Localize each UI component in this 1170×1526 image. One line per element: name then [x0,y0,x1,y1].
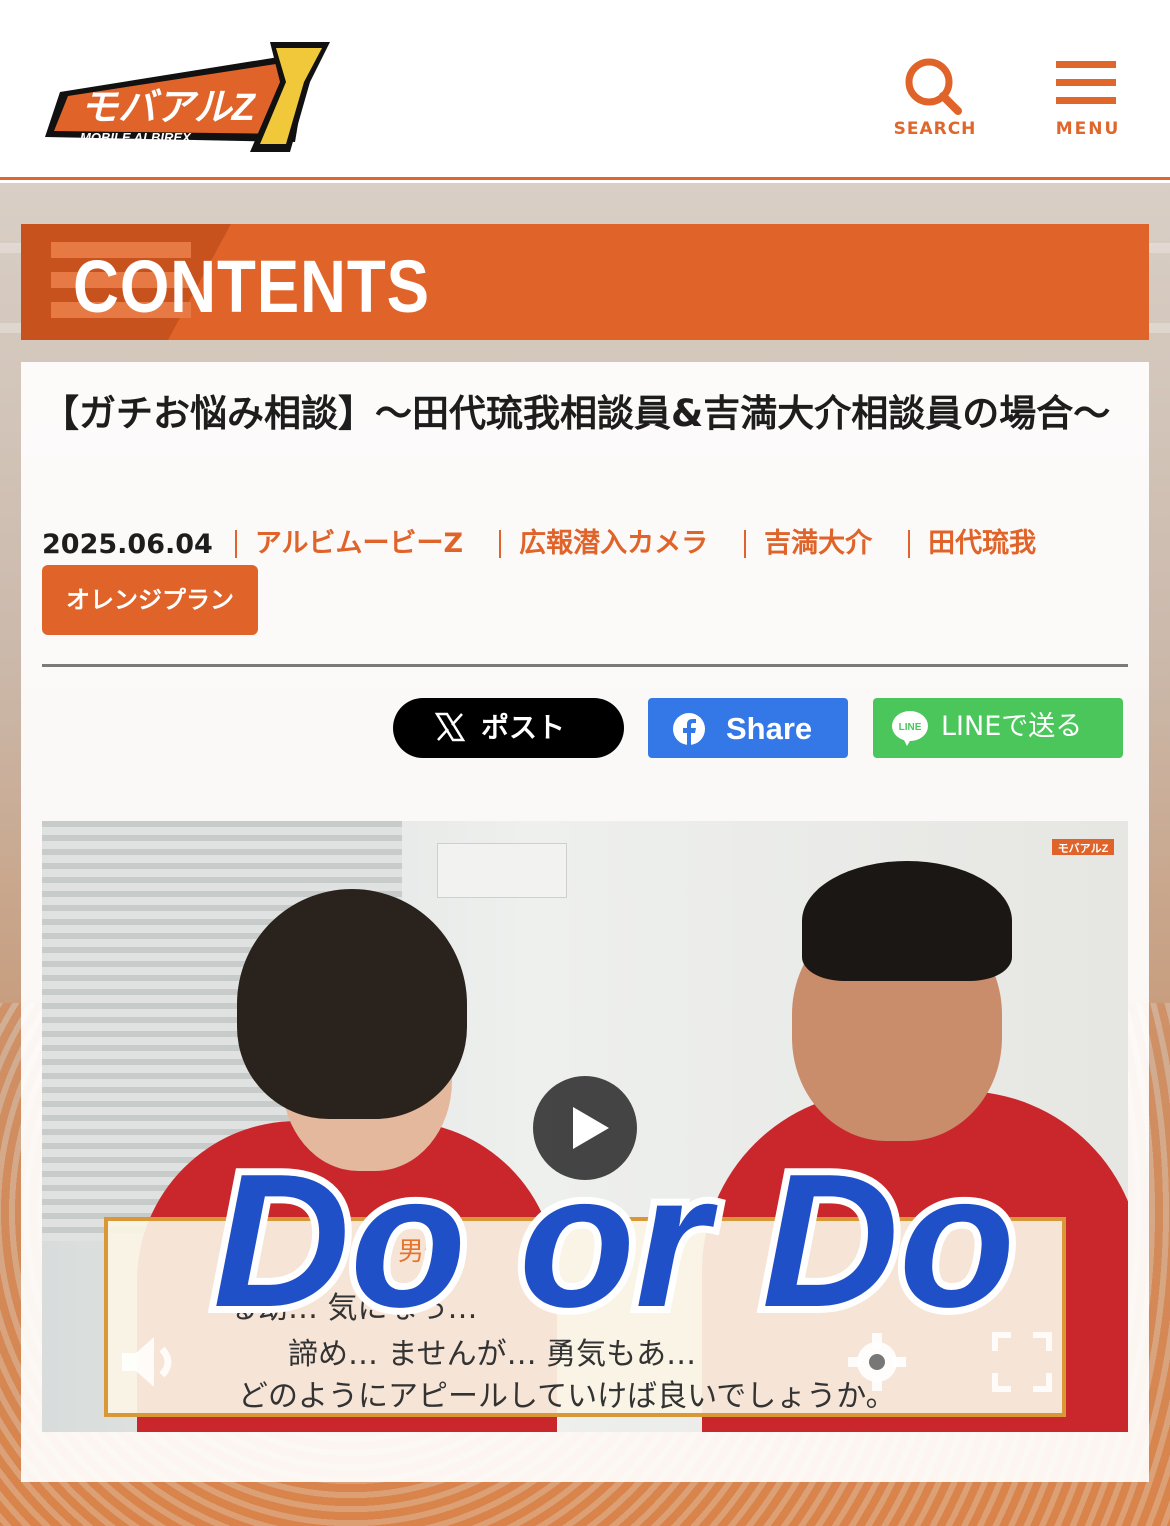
tag-link[interactable]: 広報潜入カメラ [499,530,726,558]
logo-graphic: モバアルZ MOBILE ALBIREX [45,42,330,152]
site-logo[interactable]: モバアルZ MOBILE ALBIREX [40,42,340,154]
tag-link[interactable]: 吉満大介 [744,530,890,558]
facebook-share-label: Share [726,711,813,746]
search-button[interactable]: SEARCH [890,55,980,145]
divider [42,664,1128,667]
volume-icon[interactable] [116,1327,186,1397]
article-meta: 2025.06.04 アルビムービーZ 広報潜入カメラ 吉満大介 田代琉我 [42,522,1142,566]
section-title-bar: CONTENTS [21,224,1149,340]
person-left-hair [237,889,467,1119]
section-title: CONTENTS [73,245,430,328]
x-post-label: ポスト [481,711,566,744]
settings-gear-icon[interactable] [842,1327,912,1397]
site-header: モバアルZ MOBILE ALBIREX SEARCH MENU [0,0,1170,180]
tag-link[interactable]: 田代琉我 [908,530,1054,558]
article-date: 2025.06.04 [42,528,213,560]
line-share-label: LINEで送る [941,711,1083,742]
air-conditioner [437,843,567,898]
line-share-button[interactable]: LINE LINEで送る [873,698,1123,758]
x-logo-icon [434,712,466,742]
facebook-icon [673,713,705,746]
line-icon: LINE [892,711,928,746]
play-icon[interactable] [533,1076,637,1180]
plan-badge[interactable]: オレンジプラン [42,565,258,635]
menu-icon [1056,61,1116,105]
logo-text: モバアルZ [80,87,257,129]
search-icon [905,58,962,115]
x-post-button[interactable]: ポスト [393,698,624,758]
video-player[interactable]: 男性 る幼… 気になっ… 諦め… ませんが… 勇気もあ… どのようにアピールして… [42,821,1128,1432]
article-title: 【ガチお悩み相談】〜田代琉我相談員&吉満大介相談員の場合〜 [42,392,1111,435]
person-right-hair [802,861,1012,981]
svg-text:モバアルZ: モバアルZ [1058,842,1109,855]
fullscreen-icon[interactable] [987,1327,1057,1397]
logo-subtext: MOBILE ALBIREX [80,130,192,145]
menu-label: MENU [1055,119,1121,139]
menu-button[interactable]: MENU [1048,55,1128,145]
subtitle-line: どのようにアピールしていけば良いでしょうか。 [238,1379,896,1414]
svg-text:LINE: LINE [899,722,922,733]
tag-link[interactable]: アルビムービーZ [234,530,481,558]
facebook-share-button[interactable]: Share [648,698,848,758]
video-channel-logo: モバアルZ [1052,839,1114,855]
search-label: SEARCH [893,119,977,139]
